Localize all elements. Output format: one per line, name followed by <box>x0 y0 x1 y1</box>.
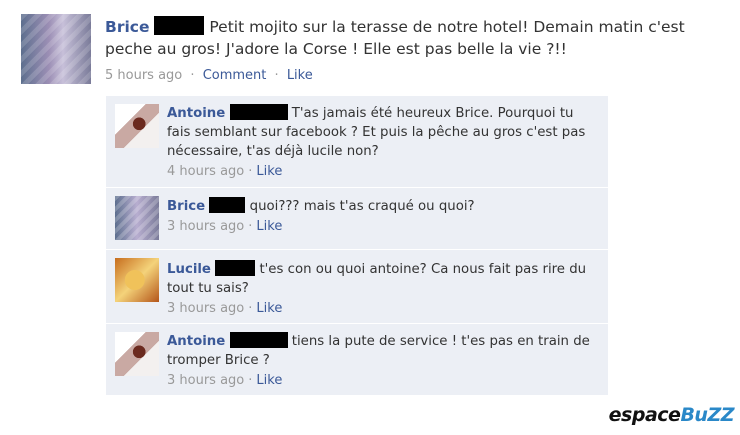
comment-item: Antoine T'as jamais été heureux Brice. P… <box>106 96 608 188</box>
commenter-avatar[interactable] <box>115 258 159 302</box>
redacted-surname <box>154 16 205 35</box>
separator: · <box>190 68 195 83</box>
comment-text-block: Brice quoi??? mais t'as craqué ou quoi? <box>167 197 597 216</box>
comment-like-link[interactable]: Like <box>256 301 282 316</box>
post-body: Brice Petit mojito sur la terasse de not… <box>105 16 725 83</box>
comment-meta: 3 hours ago · Like <box>167 217 597 236</box>
comment-like-link[interactable]: Like <box>256 373 282 388</box>
post-timestamp[interactable]: 5 hours ago <box>105 68 182 83</box>
redacted-surname <box>229 332 288 348</box>
comment-meta: 4 hours ago · Like <box>167 162 597 181</box>
comment-timestamp[interactable]: 3 hours ago <box>167 373 244 388</box>
status-post: Brice Petit mojito sur la terasse de not… <box>21 14 736 94</box>
post-meta: 5 hours ago · Comment · Like <box>105 68 725 83</box>
comment-text-block: Antoine T'as jamais été heureux Brice. P… <box>167 104 597 161</box>
like-link[interactable]: Like <box>287 68 313 83</box>
commenter-avatar[interactable] <box>115 196 159 240</box>
comment-link[interactable]: Comment <box>203 68 267 83</box>
comment-text-block: Lucile t'es con ou quoi antoine? Ca nous… <box>167 260 597 298</box>
post-author-name[interactable]: Brice <box>105 18 149 36</box>
comment-timestamp[interactable]: 4 hours ago <box>167 164 244 179</box>
commenter-avatar[interactable] <box>115 332 159 376</box>
commenter-avatar[interactable] <box>115 104 159 148</box>
comment-body: Lucile t'es con ou quoi antoine? Ca nous… <box>167 260 597 318</box>
comment-item: Lucile t'es con ou quoi antoine? Ca nous… <box>106 250 608 324</box>
separator: · <box>248 219 253 234</box>
redacted-surname <box>215 260 256 276</box>
separator: · <box>248 373 253 388</box>
comment-timestamp[interactable]: 3 hours ago <box>167 301 244 316</box>
watermark-part-1: espace <box>608 404 681 426</box>
comment-item: Brice quoi??? mais t'as craqué ou quoi? … <box>106 188 608 250</box>
redacted-surname <box>229 104 288 120</box>
comment-like-link[interactable]: Like <box>256 164 282 179</box>
comment-body: Antoine tiens la pute de service ! t'es … <box>167 332 597 390</box>
comment-author-name[interactable]: Brice <box>167 199 205 214</box>
comment-item: Antoine tiens la pute de service ! t'es … <box>106 324 608 396</box>
comment-meta: 3 hours ago · Like <box>167 299 597 318</box>
comment-like-link[interactable]: Like <box>256 219 282 234</box>
comment-text-block: Antoine tiens la pute de service ! t'es … <box>167 332 597 370</box>
comment-author-name[interactable]: Lucile <box>167 262 211 277</box>
comment-body: Antoine T'as jamais été heureux Brice. P… <box>167 104 597 181</box>
comment-text: quoi??? mais t'as craqué ou quoi? <box>249 199 475 214</box>
separator: · <box>248 301 253 316</box>
espacebuzz-watermark: espaceBuZZ <box>608 404 735 426</box>
comment-author-name[interactable]: Antoine <box>167 106 225 121</box>
watermark-part-2: BuZZ <box>680 404 734 426</box>
comment-meta: 3 hours ago · Like <box>167 371 597 390</box>
comment-timestamp[interactable]: 3 hours ago <box>167 219 244 234</box>
author-avatar[interactable] <box>21 14 91 84</box>
redacted-surname <box>209 197 246 213</box>
comment-body: Brice quoi??? mais t'as craqué ou quoi? … <box>167 197 597 236</box>
separator: · <box>274 68 279 83</box>
comment-author-name[interactable]: Antoine <box>167 334 225 349</box>
separator: · <box>248 164 253 179</box>
post-text-block: Brice Petit mojito sur la terasse de not… <box>105 16 725 60</box>
